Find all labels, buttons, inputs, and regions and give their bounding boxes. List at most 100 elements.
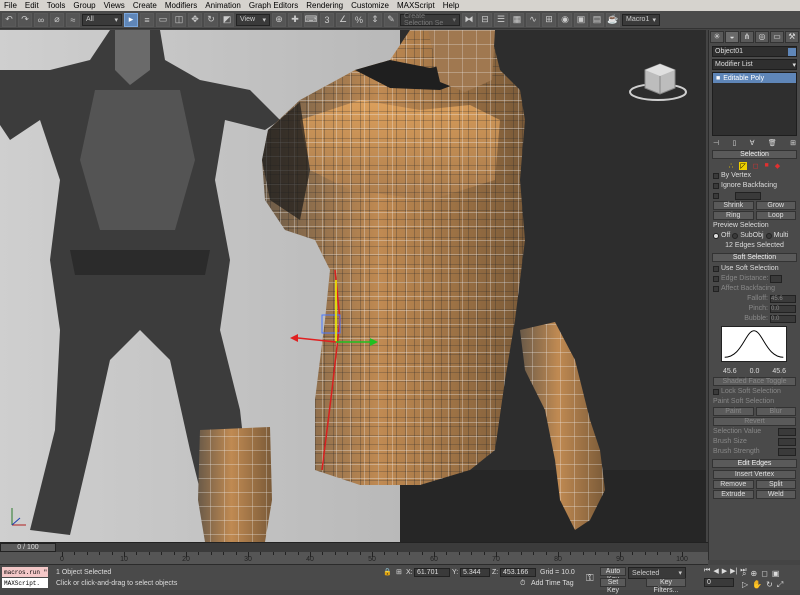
- pinch-spinner[interactable]: 0.0: [770, 304, 796, 313]
- remove-modifier-icon[interactable]: 🗑: [768, 139, 777, 147]
- edge-level-icon[interactable]: ◸: [739, 161, 747, 170]
- align-icon[interactable]: ⊟: [478, 12, 492, 27]
- stack-item-editable-poly[interactable]: ■ Editable Poly: [713, 73, 796, 83]
- selection-rollout-header[interactable]: Selection: [712, 150, 797, 159]
- menu-graph-editors[interactable]: Graph Editors: [245, 1, 302, 10]
- material-editor-icon[interactable]: ◉: [558, 12, 572, 27]
- play-icon[interactable]: ▶: [722, 567, 727, 575]
- previous-frame-icon[interactable]: ◀: [713, 567, 718, 575]
- edge-distance-spinner[interactable]: [770, 274, 783, 283]
- menu-views[interactable]: Views: [100, 1, 129, 10]
- menu-animation[interactable]: Animation: [201, 1, 245, 10]
- curve-editor-icon[interactable]: ∿: [526, 12, 540, 27]
- preview-multi-radio[interactable]: [765, 232, 772, 239]
- y-coordinate-field[interactable]: 5.344: [460, 568, 490, 577]
- move-icon[interactable]: ✥: [188, 12, 202, 27]
- zoom-all-icon[interactable]: ⊕: [750, 569, 757, 579]
- perspective-viewport[interactable]: [0, 30, 706, 542]
- field-of-view-icon[interactable]: ▷: [742, 580, 748, 590]
- blur-button[interactable]: Blur: [755, 407, 796, 416]
- maxscript-listener-line-1[interactable]: macros.run ": [2, 567, 48, 577]
- percent-snap-icon[interactable]: %: [352, 12, 366, 27]
- add-time-tag-icon[interactable]: ⏱: [520, 580, 525, 588]
- brush-size-spinner[interactable]: [778, 437, 796, 446]
- snaps-toggle-icon[interactable]: 3: [320, 12, 334, 27]
- extrude-button[interactable]: Extrude: [713, 490, 754, 499]
- maxscript-listener-line-2[interactable]: MAXScript.: [2, 578, 48, 588]
- menu-modifiers[interactable]: Modifiers: [161, 1, 201, 10]
- create-tab-icon[interactable]: ✳: [710, 31, 724, 43]
- zoom-icon[interactable]: ⌕: [742, 569, 746, 579]
- menu-help[interactable]: Help: [439, 1, 463, 10]
- window-crossing-icon[interactable]: ◫: [172, 12, 186, 27]
- weld-button[interactable]: Weld: [755, 490, 796, 499]
- select-manipulate-icon[interactable]: ✚: [288, 12, 302, 27]
- remove-button[interactable]: Remove: [713, 480, 754, 489]
- preview-subobj-radio[interactable]: [732, 232, 739, 239]
- orbit-icon[interactable]: ↻: [766, 580, 773, 590]
- bracer-mesh[interactable]: [198, 427, 272, 542]
- graphite-tools-icon[interactable]: ▦: [510, 12, 524, 27]
- keyboard-shortcut-icon[interactable]: ⌨: [304, 12, 318, 27]
- border-level-icon[interactable]: ◻: [753, 162, 759, 170]
- selection-filter-dropdown[interactable]: All ▾: [82, 13, 122, 26]
- configure-modifier-sets-icon[interactable]: ⊞: [790, 139, 796, 147]
- menu-edit[interactable]: Edit: [21, 1, 43, 10]
- modify-tab-icon[interactable]: ◒: [725, 31, 739, 43]
- next-frame-icon[interactable]: ▶|: [730, 567, 737, 575]
- menu-tools[interactable]: Tools: [43, 1, 70, 10]
- split-button[interactable]: Split: [755, 480, 796, 489]
- rendered-frame-icon[interactable]: ▤: [590, 12, 604, 27]
- object-color-swatch[interactable]: [788, 47, 796, 56]
- link-icon[interactable]: ∞: [34, 12, 48, 27]
- insert-vertex-button[interactable]: Insert Vertex: [713, 470, 796, 479]
- set-key-button[interactable]: Set Key: [600, 578, 626, 594]
- polygon-level-icon[interactable]: ■: [765, 162, 769, 169]
- soft-selection-rollout-header[interactable]: Soft Selection: [712, 253, 797, 262]
- revert-button[interactable]: Revert: [713, 417, 796, 426]
- undo-icon[interactable]: ↶: [2, 12, 16, 27]
- menu-maxscript[interactable]: MAXScript: [393, 1, 439, 10]
- shrink-button[interactable]: Shrink: [713, 201, 754, 210]
- bind-space-warp-icon[interactable]: ≈: [66, 12, 80, 27]
- x-coordinate-field[interactable]: 61.701: [414, 568, 450, 577]
- zoom-extents-all-icon[interactable]: ▣: [772, 569, 780, 579]
- ring-button[interactable]: Ring: [713, 211, 754, 220]
- utilities-tab-icon[interactable]: ⚒: [785, 31, 799, 43]
- render-production-icon[interactable]: ☕: [606, 12, 620, 27]
- time-slider-thumb[interactable]: 0 / 100: [0, 543, 56, 552]
- by-vertex-checkbox[interactable]: By Vertex: [713, 171, 796, 180]
- pin-stack-icon[interactable]: ⊣: [713, 139, 719, 147]
- paint-button[interactable]: Paint: [713, 407, 754, 416]
- unlink-icon[interactable]: ⌀: [50, 12, 64, 27]
- menu-rendering[interactable]: Rendering: [302, 1, 347, 10]
- rotate-icon[interactable]: ↻: [204, 12, 218, 27]
- menu-create[interactable]: Create: [129, 1, 161, 10]
- menu-customize[interactable]: Customize: [347, 1, 393, 10]
- preview-off-radio[interactable]: [713, 232, 719, 239]
- hierarchy-tab-icon[interactable]: ⋔: [740, 31, 754, 43]
- show-end-result-icon[interactable]: ▯: [732, 139, 736, 147]
- display-tab-icon[interactable]: ▭: [770, 31, 784, 43]
- track-bar[interactable]: 0 10 20 30 40 50 60 70 80 90 100: [0, 552, 708, 565]
- by-angle-checkbox[interactable]: [713, 192, 719, 199]
- by-angle-spinner[interactable]: [735, 191, 761, 200]
- mirror-icon[interactable]: ⧓: [462, 12, 476, 27]
- select-object-icon[interactable]: ▸: [124, 12, 138, 27]
- current-frame-field[interactable]: 0: [704, 578, 734, 587]
- scale-icon[interactable]: ◩: [220, 12, 234, 27]
- modifier-list-dropdown[interactable]: Modifier List ▾: [712, 59, 797, 70]
- absolute-mode-icon[interactable]: ⊞: [396, 568, 402, 576]
- menu-group[interactable]: Group: [69, 1, 99, 10]
- set-key-mode-icon[interactable]: ⚿: [586, 573, 594, 584]
- maximize-viewport-icon[interactable]: ⤢: [777, 580, 783, 590]
- redo-icon[interactable]: ↷: [18, 12, 32, 27]
- edit-edges-rollout-header[interactable]: Edit Edges: [712, 459, 797, 468]
- region-select-icon[interactable]: ▭: [156, 12, 170, 27]
- reference-coordinate-dropdown[interactable]: View ▾: [236, 13, 270, 26]
- z-coordinate-field[interactable]: 453.166: [500, 568, 536, 577]
- named-selection-set-dropdown[interactable]: Create Selection Se ▾: [400, 13, 460, 27]
- edge-distance-checkbox[interactable]: [713, 275, 719, 282]
- brush-strength-spinner[interactable]: [778, 447, 796, 456]
- add-time-tag[interactable]: Add Time Tag: [531, 580, 574, 587]
